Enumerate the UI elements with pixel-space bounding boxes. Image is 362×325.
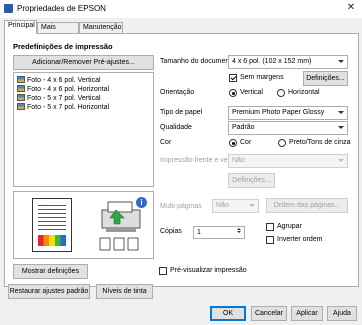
add-remove-presets-button[interactable]: Adicionar/Remover Pré-ajustes... [13,55,154,70]
grayscale-option-label: Preto/Tons de cinza [289,139,351,146]
copies-stepper[interactable]: 1 [193,226,245,239]
window-title: Propriedades de EPSON [17,4,106,13]
ok-button[interactable]: OK [210,306,246,321]
chevron-down-icon [338,111,344,114]
ink-levels-button[interactable]: Níveis de tinta [96,284,153,299]
multipage-select[interactable]: Não [212,199,259,213]
color-radio[interactable] [229,139,237,147]
document-page-icon [32,198,72,252]
borderless-settings-button[interactable]: Definições... [303,71,348,86]
cancel-button[interactable]: Cancelar [251,306,287,321]
grayscale-radio[interactable] [278,139,286,147]
orientation-horizontal-label: Horizontal [288,89,320,96]
list-item[interactable]: Foto - 5 x 7 pol. Vertical [17,94,101,103]
chevron-down-icon [338,159,344,162]
doc-size-label: Tamanho do documento [160,58,236,65]
borderless-checkbox[interactable] [229,74,237,82]
title-bar: Propriedades de EPSON ✕ [0,0,362,18]
duplex-select[interactable]: Não [228,154,348,168]
print-preview-area [13,191,154,259]
quality-select[interactable]: Padrão [228,121,348,135]
orientation-label: Orientação [160,89,195,96]
copies-label: Cópias [160,228,182,235]
info-icon[interactable]: i [136,197,147,208]
tab-mais-opcoes[interactable]: Mais opções [37,22,79,41]
paper-type-label: Tipo de papel [160,109,203,116]
apply-button[interactable]: Aplicar [291,306,323,321]
chevron-down-icon [338,126,344,129]
close-icon[interactable]: ✕ [344,2,358,14]
photo-preset-icon [17,76,25,83]
photo-preset-icon [17,103,25,110]
duplex-label: Impressão frente e verso [160,157,238,164]
presets-list[interactable]: Foto - 4 x 6 pol. Vertical Foto - 4 x 6 … [13,72,154,187]
orientation-vertical-label: Vertical [240,89,263,96]
print-preview-label: Pré-visualizar impressão [170,267,247,274]
presets-heading: Predefinições de impressão [13,42,113,51]
duplex-settings-button[interactable]: Definições... [228,173,275,188]
list-item[interactable]: Foto - 4 x 6 pol. Vertical [17,76,101,85]
photo-preset-icon [17,85,25,92]
photo-preset-icon [17,94,25,101]
list-item[interactable]: Foto - 5 x 7 pol. Horizontal [17,103,109,112]
orientation-horizontal-radio[interactable] [277,89,285,97]
borderless-label: Sem margens [240,74,284,81]
tab-manutencao[interactable]: Manutenção [79,22,123,33]
tab-principal[interactable]: Principal [4,20,37,34]
help-button[interactable]: Ajuda [327,306,357,321]
spinner-arrows-icon[interactable] [235,228,243,237]
list-item[interactable]: Foto - 4 x 6 pol. Horizontal [17,85,109,94]
collate-checkbox[interactable] [266,223,274,231]
chevron-down-icon [249,204,255,207]
print-preview-checkbox[interactable] [159,267,167,275]
reverse-order-label: Inverter ordem [277,236,323,243]
page-order-button[interactable]: Ordem das páginas... [266,198,348,213]
quality-label: Qualidade [160,124,192,131]
paper-type-select[interactable]: Premium Photo Paper Glossy [228,106,348,120]
collate-label: Agrupar [277,223,302,230]
restore-defaults-button[interactable]: Restaurar ajustes padrão [8,284,90,299]
printer-app-icon [4,4,13,13]
show-settings-button[interactable]: Mostrar definições [13,264,88,279]
color-label: Cor [160,139,172,146]
orientation-vertical-radio[interactable] [229,89,237,97]
multipage-label: Multi-páginas [160,203,202,210]
doc-size-select[interactable]: 4 x 6 pol. (102 x 152 mm) [228,55,348,69]
color-option-label: Cor [240,139,252,146]
chevron-down-icon [338,60,344,63]
reverse-order-checkbox[interactable] [266,236,274,244]
